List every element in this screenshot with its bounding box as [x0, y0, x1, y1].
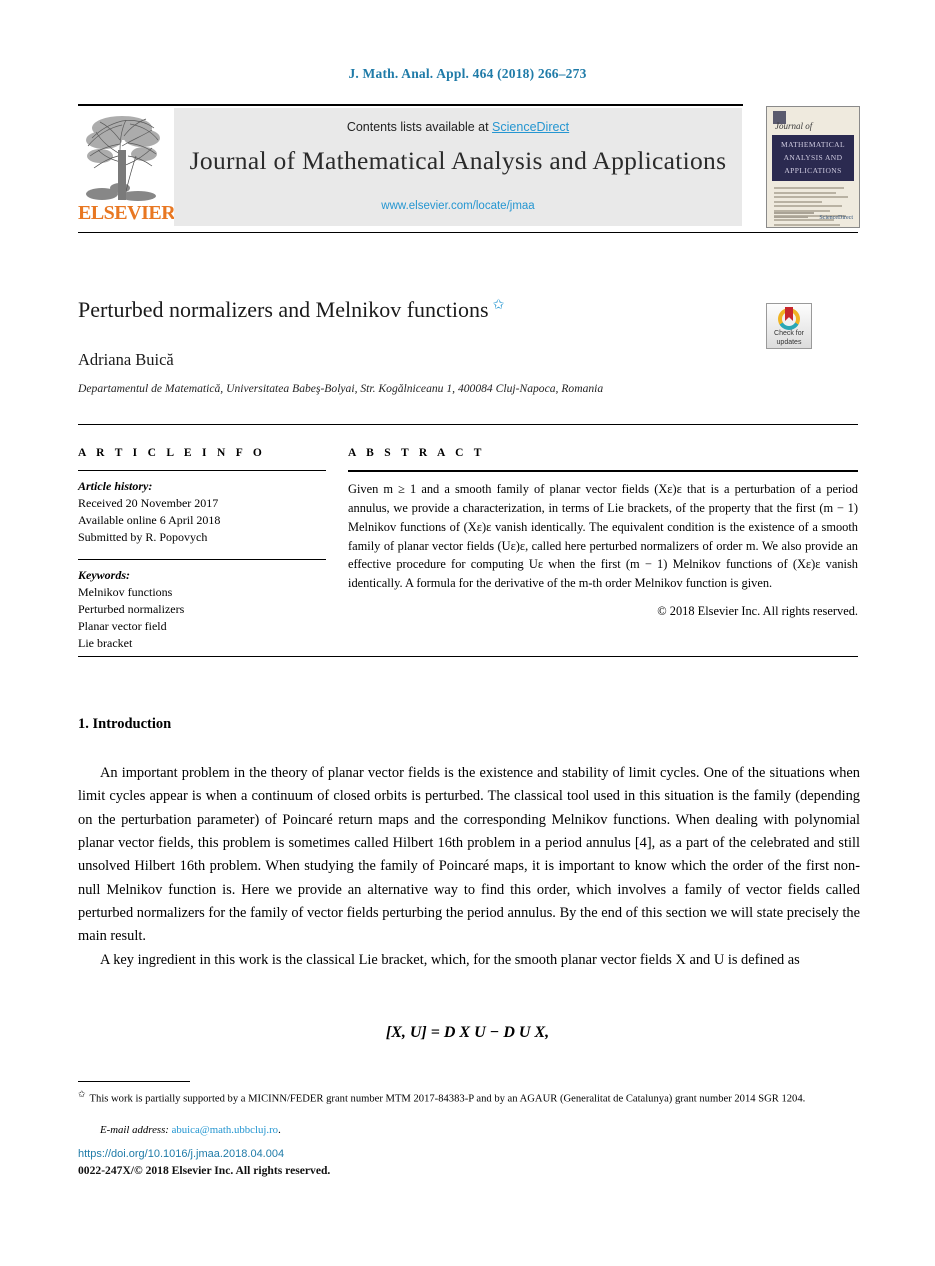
history-available-online: Available online 6 April 2018: [78, 513, 221, 528]
cover-band-line-1: MATHEMATICAL: [781, 140, 845, 149]
cover-title-band: MATHEMATICAL ANALYSIS AND APPLICATIONS: [772, 135, 854, 181]
cover-band-line-2: ANALYSIS AND: [783, 153, 843, 162]
author-name: Adriana Buică: [78, 350, 174, 369]
crossmark-label-line1: Check for: [774, 330, 804, 337]
display-equation: [X, U] = D X U − D U X,: [385, 1024, 550, 1041]
running-head: J. Math. Anal. Appl. 464 (2018) 266–273: [348, 66, 587, 81]
elsevier-logo: ELSEVIER: [78, 110, 176, 226]
email-line: E-mail address: abuica@math.ubbcluj.ro.: [100, 1124, 281, 1136]
body-paragraph-2: A key ingredient in this work is the cla…: [100, 951, 800, 968]
journal-title: Journal of Mathematical Analysis and App…: [189, 146, 727, 175]
body-paragraph-1: An important problem in the theory of pl…: [78, 765, 860, 945]
keyword-item: Melnikov functions: [78, 585, 173, 600]
issn-copyright-line: 0022-247X/© 2018 Elsevier Inc. All right…: [78, 1164, 331, 1177]
history-submitted-by: Submitted by R. Popovych: [78, 530, 208, 545]
email-link[interactable]: abuica@math.ubbcluj.ro: [172, 1124, 278, 1136]
section-heading-introduction: 1. Introduction: [78, 716, 172, 732]
abstract-text: Given m ≥ 1 and a smooth family of plana…: [348, 482, 858, 591]
journal-cover-thumbnail: Journal of MATHEMATICAL ANALYSIS AND APP…: [766, 106, 860, 228]
abstract-rule: [348, 470, 858, 472]
masthead-panel: Contents lists available at ScienceDirec…: [174, 108, 742, 226]
contents-prefix: Contents lists available at: [346, 120, 493, 134]
contents-available-line: Contents lists available at ScienceDirec…: [174, 120, 742, 134]
author-affiliation: Departamentul de Matematică, Universitat…: [78, 382, 604, 395]
article-title-text: Perturbed normalizers and Melnikov funct…: [78, 297, 489, 322]
keyword-item: Planar vector field: [78, 619, 167, 634]
article-history-label: Article history:: [78, 479, 153, 493]
article-info-heading: A R T I C L E I N F O: [78, 447, 266, 459]
page-title: Perturbed normalizers and Melnikov funct…: [78, 296, 718, 324]
elsevier-wordmark: ELSEVIER: [78, 202, 176, 224]
sciencedirect-link[interactable]: ScienceDirect: [492, 120, 569, 134]
masthead-bottom-rule: [78, 232, 858, 233]
funding-footnote: ✩ This work is partially supported by a M…: [78, 1088, 860, 1107]
journal-url-link[interactable]: www.elsevier.com/locate/jmaa: [174, 200, 742, 212]
abstract-bottom-rule: [78, 656, 858, 657]
info-top-rule: [78, 424, 858, 425]
doi-link[interactable]: https://doi.org/10.1016/j.jmaa.2018.04.0…: [78, 1148, 284, 1160]
journal-masthead: ELSEVIER Contents lists available at Sci…: [78, 106, 860, 228]
keyword-item: Perturbed normalizers: [78, 602, 185, 617]
keywords-label: Keywords:: [78, 568, 130, 583]
abstract-column: A B S T R A C T Given m ≥ 1 and a smooth…: [348, 447, 858, 619]
history-received: Received 20 November 2017: [78, 496, 219, 510]
email-label: E-mail address:: [100, 1124, 169, 1136]
body-content: An important problem in the theory of pl…: [78, 762, 860, 972]
cover-band-line-3: APPLICATIONS: [784, 166, 842, 175]
info-rule-2: [78, 559, 326, 561]
footnote-text: This work is partially supported by a MI…: [89, 1093, 806, 1105]
cover-journal-of-label: Journal of: [775, 121, 813, 131]
paper-page: J. Math. Anal. Appl. 464 (2018) 266–273: [0, 0, 935, 1266]
crossmark-label-line2: updates: [776, 338, 802, 346]
footnote-marker: ✩: [78, 1089, 86, 1099]
footnote-rule: [78, 1081, 190, 1082]
keyword-item: Lie bracket: [78, 636, 133, 651]
elsevier-tree-icon: [80, 110, 164, 202]
crossmark-label: Check for updates: [767, 330, 811, 348]
cover-sciencedirect-label: ScienceDirect: [819, 215, 853, 221]
article-info-column: A R T I C L E I N F O Article history: R…: [78, 447, 326, 652]
abstract-copyright: © 2018 Elsevier Inc. All rights reserved…: [657, 604, 858, 619]
abstract-heading: A B S T R A C T: [348, 447, 486, 459]
info-rule-1: [78, 470, 326, 471]
title-footnote-marker[interactable]: ✩: [493, 298, 505, 313]
cover-contents-lines: [774, 187, 852, 227]
crossmark-badge[interactable]: Check for updates: [766, 303, 812, 349]
